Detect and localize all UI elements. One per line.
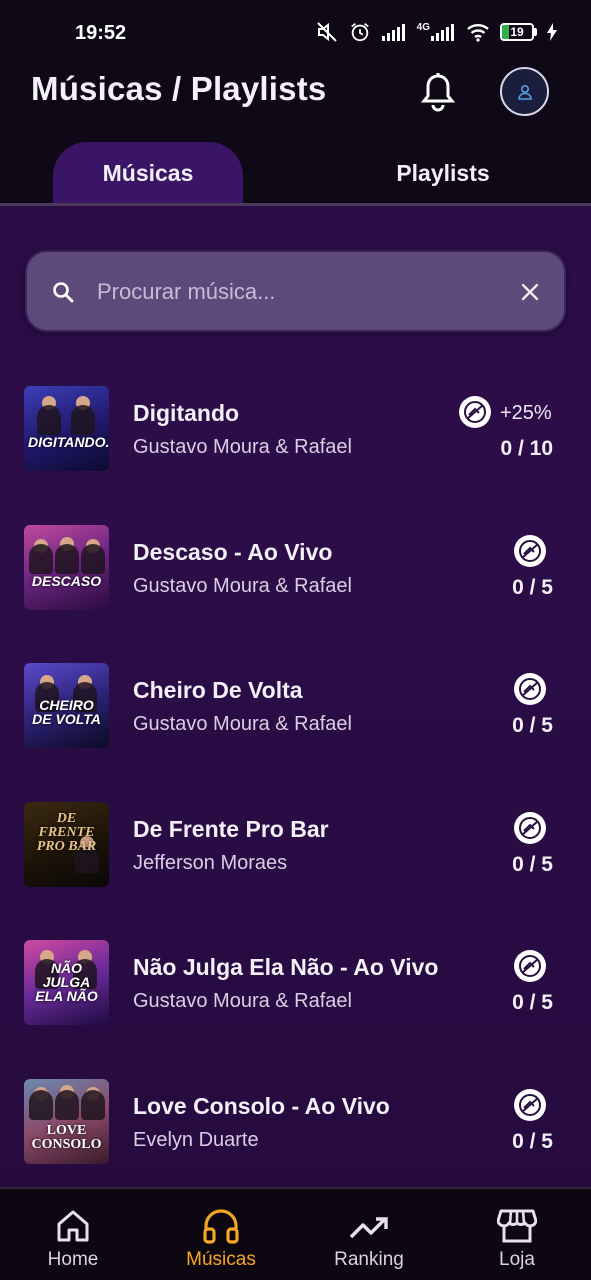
charging-icon (547, 23, 557, 41)
song-score: 0 / 5 (512, 1130, 553, 1153)
battery-icon: 19 (500, 23, 537, 41)
cover-title: NÃO JULGA ELA NÃO (35, 960, 98, 1004)
song-score: 0 / 10 (500, 437, 553, 460)
song-title: Cheiro De Volta (133, 677, 303, 703)
no-karaoke-icon[interactable] (514, 673, 546, 705)
cover-title: CHEIRO DE VOLTA (32, 697, 101, 727)
nav-ranking[interactable]: Ranking (314, 1207, 424, 1279)
home-icon (57, 1210, 89, 1242)
song-score: 0 / 5 (512, 991, 553, 1014)
status-icons: 4G 19 (315, 20, 557, 44)
no-karaoke-icon[interactable] (514, 950, 546, 982)
nav-loja[interactable]: Loja (462, 1207, 572, 1279)
song-artist: Evelyn Duarte (133, 1129, 259, 1151)
song-title: Love Consolo - Ao Vivo (133, 1093, 390, 1119)
tab-musicas[interactable]: Músicas (53, 142, 243, 204)
tab-bar: Músicas Playlists (0, 142, 591, 206)
search-input[interactable] (97, 274, 497, 310)
song-cover: DESCASO (24, 525, 109, 610)
search-bar (25, 250, 566, 332)
page-title: Músicas / Playlists (31, 70, 327, 107)
song-artist: Gustavo Moura & Rafael (133, 575, 352, 597)
battery-level: 19 (510, 25, 524, 39)
tab-playlists[interactable]: Playlists (348, 142, 538, 204)
clear-search-icon[interactable] (518, 280, 542, 304)
notifications-button[interactable] (416, 70, 460, 114)
status-time: 19:52 (75, 22, 127, 44)
song-score: 0 / 5 (512, 714, 553, 737)
tab-divider (0, 203, 591, 206)
wifi-icon (467, 24, 489, 42)
no-karaoke-icon[interactable] (459, 396, 491, 428)
song-title: Descaso - Ao Vivo (133, 539, 333, 565)
song-item-nao-julga-ela-nao[interactable]: NÃO JULGA ELA NÃO Não Julga Ela Não - Ao… (0, 914, 591, 1034)
avatar[interactable] (500, 67, 549, 116)
song-cover: DIGITANDO... (24, 386, 109, 471)
app-screen: 19:52 4G 19 Músicas / Playlists Músicas … (0, 0, 591, 1280)
song-title: De Frente Pro Bar (133, 816, 329, 842)
song-item-descaso[interactable]: DESCASO Descaso - Ao Vivo Gustavo Moura … (0, 499, 591, 619)
no-karaoke-icon[interactable] (514, 535, 546, 567)
song-cover: CHEIRO DE VOLTA (24, 663, 109, 748)
network-type: 4G (416, 21, 430, 33)
song-cover: NÃO JULGA ELA NÃO (24, 940, 109, 1025)
search-icon (53, 282, 74, 303)
no-karaoke-icon[interactable] (514, 1089, 546, 1121)
song-item-digitando[interactable]: DIGITANDO... Digitando Gustavo Moura & R… (0, 360, 591, 480)
nav-home[interactable]: Home (18, 1207, 128, 1279)
song-score: 0 / 5 (512, 853, 553, 876)
nav-label: Músicas (186, 1249, 256, 1270)
song-artist: Gustavo Moura & Rafael (133, 990, 352, 1012)
song-cover: LOVE CONSOLO (24, 1079, 109, 1164)
song-item-de-frente-pro-bar[interactable]: DE FRENTE PRO BAR De Frente Pro Bar Jeff… (0, 776, 591, 896)
store-icon (497, 1209, 537, 1243)
top-header: 19:52 4G 19 Músicas / Playlists Músicas … (0, 0, 591, 206)
song-artist: Gustavo Moura & Rafael (133, 713, 352, 735)
cover-title: DE FRENTE PRO BAR (36, 811, 97, 854)
song-item-love-consolo[interactable]: LOVE CONSOLO Love Consolo - Ao Vivo Evel… (0, 1053, 591, 1173)
song-title: Não Julga Ela Não - Ao Vivo (133, 954, 439, 980)
mute-icon (316, 22, 337, 42)
trending-up-icon (349, 1217, 388, 1239)
alarm-icon (350, 23, 369, 42)
song-artist: Jefferson Moraes (133, 852, 288, 874)
song-title: Digitando (133, 400, 240, 426)
bottom-nav: Home Músicas Ranking Loja (0, 1187, 591, 1280)
no-karaoke-icon[interactable] (514, 812, 546, 844)
nav-label: Ranking (334, 1249, 404, 1270)
cover-title: LOVE CONSOLO (31, 1123, 102, 1152)
headphones-icon (203, 1209, 239, 1244)
signal-icon-2 (431, 24, 454, 41)
song-score: 0 / 5 (512, 576, 553, 599)
cover-title: DESCASO (31, 573, 102, 589)
user-icon (517, 84, 532, 100)
song-artist: Gustavo Moura & Rafael (133, 436, 352, 458)
signal-icon (381, 24, 405, 41)
status-bar: 19:52 4G 19 (0, 14, 591, 54)
nav-label: Loja (499, 1249, 535, 1270)
nav-label: Home (47, 1249, 99, 1270)
song-item-cheiro-de-volta[interactable]: CHEIRO DE VOLTA Cheiro De Volta Gustavo … (0, 637, 591, 757)
bell-icon (420, 73, 456, 112)
song-bonus: +25% (500, 402, 552, 424)
song-cover: DE FRENTE PRO BAR (24, 802, 109, 887)
cover-title: DIGITANDO... (28, 434, 109, 450)
nav-musicas[interactable]: Músicas (166, 1207, 276, 1279)
